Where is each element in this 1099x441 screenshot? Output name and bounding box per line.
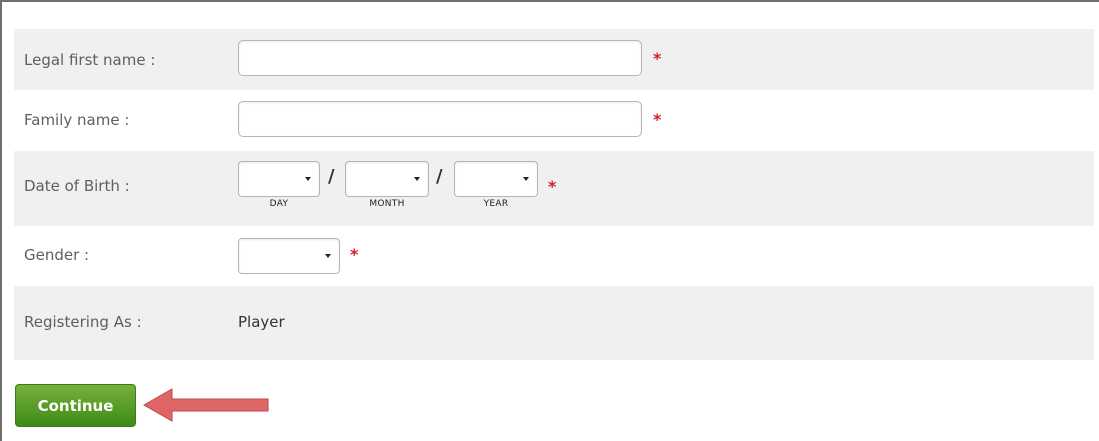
family-name-row: Family name : * [14,90,1094,151]
family-name-input[interactable] [238,101,642,137]
dob-separator: / [436,166,443,187]
dob-year-select[interactable] [454,161,538,197]
continue-button[interactable]: Continue [15,384,136,427]
chevron-down-icon [305,177,311,181]
registering-as-row: Registering As : Player [14,286,1094,360]
first-name-label: Legal first name : [24,51,156,69]
dob-row: Date of Birth : / / * DAY MONTH YEAR [14,151,1094,226]
dob-year-caption: YEAR [483,199,509,209]
dob-required-marker: * [548,177,557,196]
dob-month-caption: MONTH [369,199,405,209]
gender-select[interactable] [238,238,340,274]
family-name-required-marker: * [653,110,662,129]
dob-day-caption: DAY [269,199,289,209]
chevron-down-icon [325,254,331,258]
gender-required-marker: * [350,245,359,264]
family-name-label: Family name : [24,111,130,129]
first-name-input[interactable] [238,40,642,76]
first-name-row: Legal first name : * [14,29,1094,90]
first-name-required-marker: * [653,49,662,68]
form-frame: Legal first name : * Family name : * Dat… [0,0,1099,441]
dob-day-select[interactable] [238,161,320,197]
registering-as-value: Player [238,313,285,331]
registering-as-label: Registering As : [24,313,142,331]
dob-month-select[interactable] [345,161,429,197]
gender-label: Gender : [24,246,90,264]
chevron-down-icon [523,177,529,181]
chevron-down-icon [414,177,420,181]
dob-separator: / [328,166,335,187]
dob-label: Date of Birth : [24,177,130,195]
arrow-left-icon [142,388,269,422]
gender-row: Gender : * [14,226,1094,286]
